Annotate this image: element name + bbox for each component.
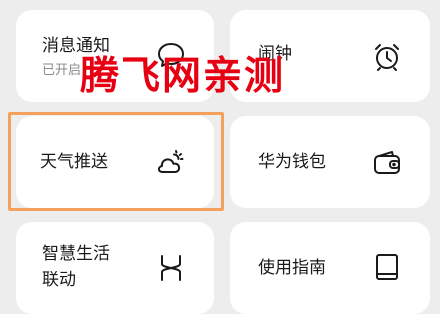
highlight-frame (8, 112, 224, 211)
card-user-guide[interactable]: 使用指南 (230, 222, 430, 314)
book-icon (372, 252, 402, 282)
card-smart-life-label-line1: 智慧生活 (42, 244, 110, 264)
alarm-clock-icon (372, 42, 402, 72)
link-icon (156, 252, 186, 282)
card-huawei-wallet-label: 华为钱包 (258, 152, 326, 172)
card-huawei-wallet[interactable]: 华为钱包 (230, 116, 430, 208)
card-notifications-status: 已开启 (42, 63, 82, 78)
card-user-guide-label: 使用指南 (258, 258, 326, 278)
wallet-icon (372, 148, 402, 178)
watermark-text: 腾飞网亲测 (80, 54, 286, 99)
card-smart-life[interactable]: 智慧生活 联动 (16, 222, 214, 314)
card-smart-life-label-line2: 联动 (42, 270, 76, 290)
